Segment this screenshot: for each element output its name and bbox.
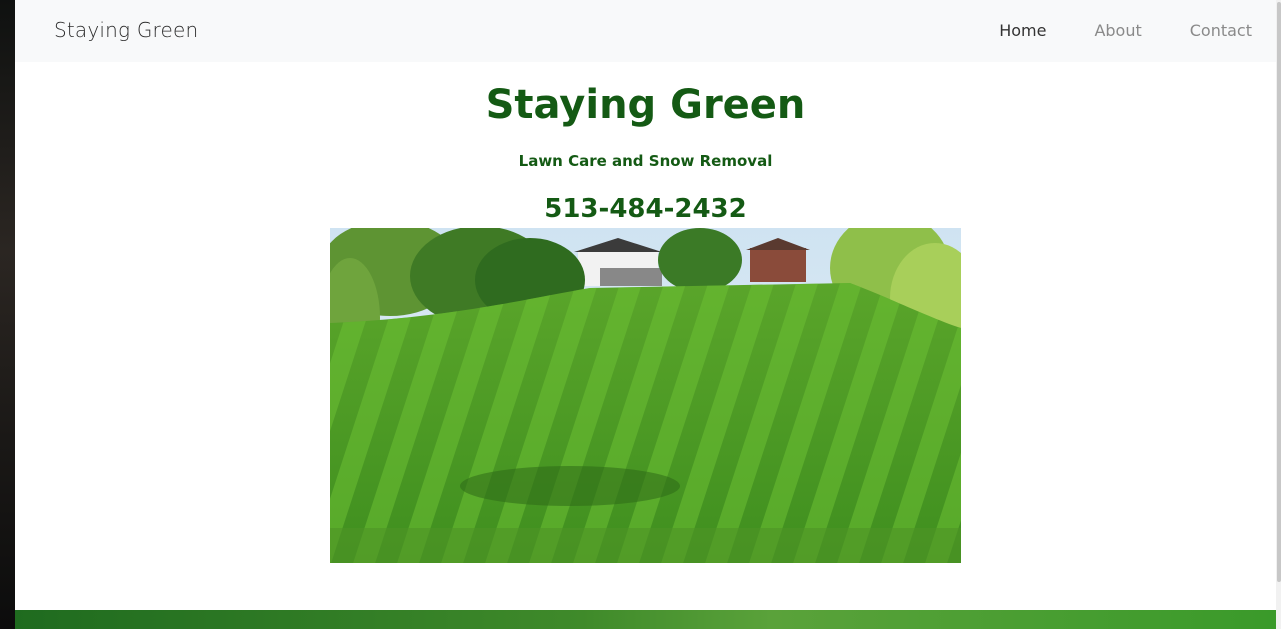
scrollbar[interactable] [1276, 0, 1281, 629]
navbar-brand[interactable]: Staying Green [54, 18, 198, 42]
phone-number: 513-484-2432 [544, 194, 747, 224]
page-title: Staying Green [485, 82, 806, 128]
nav-link-home[interactable]: Home [999, 21, 1046, 40]
footer-bar [15, 610, 1276, 629]
navbar: Staying Green Home About Contact [15, 0, 1276, 62]
page: Staying Green Home About Contact Staying… [15, 0, 1276, 629]
page-subtitle: Lawn Care and Snow Removal [518, 152, 773, 170]
lawn-photo [330, 228, 961, 563]
background-edge [0, 0, 15, 629]
scrollbar-thumb[interactable] [1277, 2, 1281, 582]
nav-link-about[interactable]: About [1094, 21, 1141, 40]
nav-link-contact[interactable]: Contact [1190, 21, 1252, 40]
nav-links: Home About Contact [999, 21, 1252, 40]
